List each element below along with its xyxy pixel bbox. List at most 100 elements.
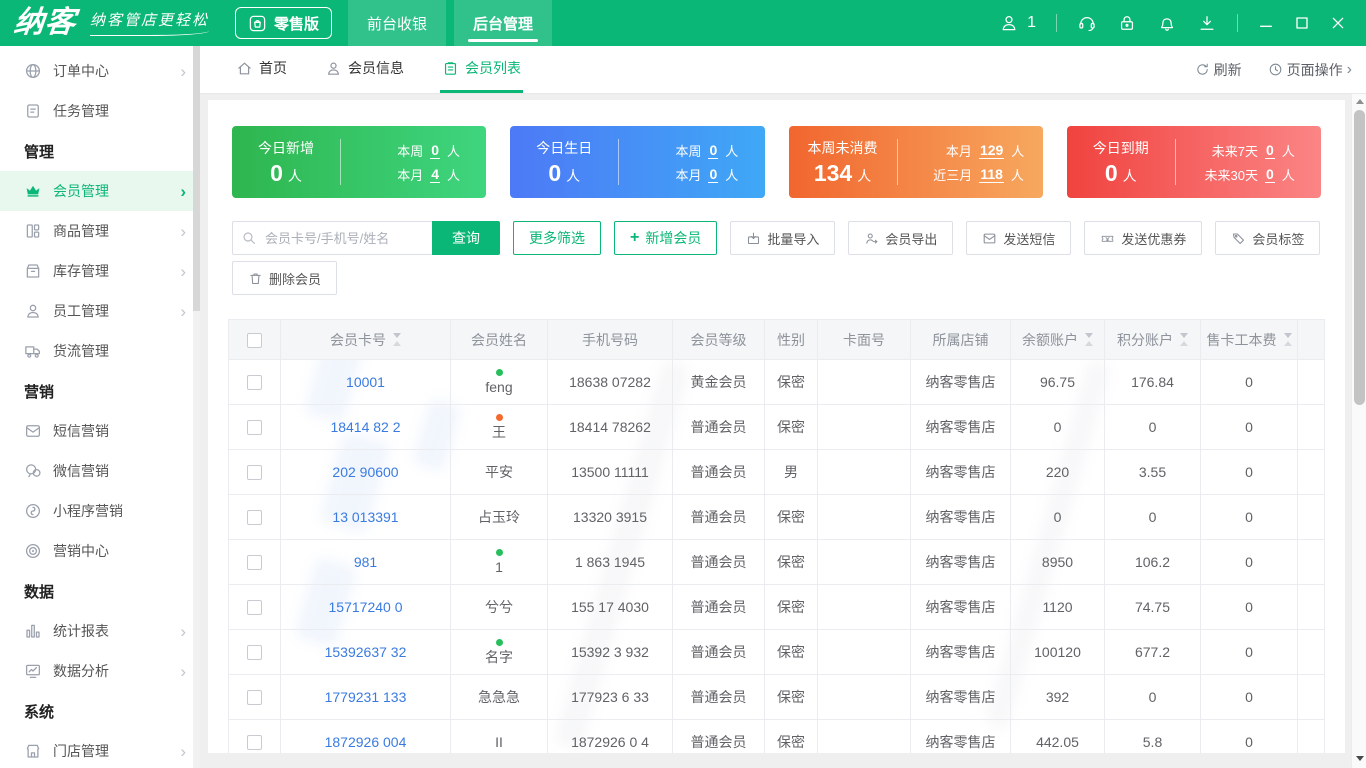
member-card-link[interactable]: 981 [354,554,377,570]
user-icon[interactable] [999,13,1019,33]
bell-icon[interactable] [1157,13,1177,33]
add-member-button[interactable]: + 新增会员 [614,221,717,255]
member-tags-button[interactable]: 会员标签 [1215,221,1320,255]
row-checkbox[interactable] [247,645,262,660]
cell-select[interactable] [229,720,281,754]
nav-back-office[interactable]: 后台管理 [454,0,552,46]
member-card-link[interactable]: 10001 [346,374,385,390]
cell-card-number[interactable]: 10001 [281,360,451,405]
delete-member-button[interactable]: 删除会员 [232,261,337,295]
sidebar-item-订单中心[interactable]: 订单中心› [0,51,200,91]
member-card-link[interactable]: 202 90600 [332,464,398,480]
row-checkbox[interactable] [247,600,262,615]
cell-card-number[interactable]: 18414 82 2 [281,405,451,450]
sidebar-item-小程序营销[interactable]: 小程序营销 [0,491,200,531]
headset-icon[interactable] [1077,13,1097,33]
column-header-售卡工本费[interactable]: 售卡工本费 [1201,320,1298,360]
cell-card-number[interactable]: 15717240 0 [281,585,451,630]
sidebar-item-库存管理[interactable]: 库存管理› [0,251,200,291]
cell-card-number[interactable]: 15392637 32 [281,630,451,675]
row-checkbox[interactable] [247,555,262,570]
maximize-button[interactable] [1294,15,1310,31]
row-checkbox[interactable] [247,420,262,435]
member-card-link[interactable]: 1872926 004 [325,734,407,750]
cell-select[interactable] [229,495,281,540]
member-card-link[interactable]: 15717240 0 [329,599,403,615]
tab-member-info[interactable]: 会员信息 [323,46,406,93]
send-coupon-button[interactable]: 发送优惠券 [1084,221,1202,255]
cell-select[interactable] [229,585,281,630]
tab-home[interactable]: 首页 [234,46,289,93]
member-card-link[interactable]: 1779231 133 [325,689,407,705]
page-ops-button[interactable]: 页面操作 › [1268,60,1352,80]
tab-member-list[interactable]: 会员列表 [440,46,523,93]
query-button[interactable]: 查询 [432,221,500,255]
page-scrollbar[interactable] [1351,94,1366,768]
sub-value-link[interactable]: 0 [430,142,440,159]
sort-caret-icon[interactable] [1180,333,1188,346]
cell-select[interactable] [229,540,281,585]
send-sms-button[interactable]: 发送短信 [966,221,1071,255]
cell-card-number[interactable]: 1779231 133 [281,675,451,720]
member-card-link[interactable]: 15392637 32 [325,644,407,660]
sidebar-item-任务管理[interactable]: 任务管理 [0,91,200,131]
sidebar-item-营销中心[interactable]: 营销中心 [0,531,200,571]
cell-card-number[interactable]: 13 013391 [281,495,451,540]
sub-value-link[interactable]: 118 [979,166,1004,183]
sub-value-link[interactable]: 0 [708,166,718,183]
scroll-down-arrow[interactable] [1352,751,1366,766]
row-checkbox[interactable] [247,735,262,750]
row-checkbox[interactable] [247,375,262,390]
cell-select[interactable] [229,450,281,495]
sidebar-item-员工管理[interactable]: 员工管理› [0,291,200,331]
cell-select[interactable] [229,675,281,720]
sidebar-item-微信营销[interactable]: 微信营销 [0,451,200,491]
sub-value-link[interactable]: 4 [430,166,440,183]
page-scrollbar-thumb[interactable] [1354,110,1365,405]
refresh-button[interactable]: 刷新 [1195,60,1242,80]
close-button[interactable] [1330,15,1346,31]
sort-caret-icon[interactable] [1085,333,1093,346]
sidebar-item-门店管理[interactable]: 门店管理› [0,731,200,768]
sidebar-item-短信营销[interactable]: 短信营销 [0,411,200,451]
edition-badge[interactable]: 零售版 [235,7,332,39]
batch-import-button[interactable]: 批量导入 [730,221,835,255]
select-all-header[interactable] [229,320,281,360]
export-members-button[interactable]: 会员导出 [848,221,953,255]
cell-select[interactable] [229,360,281,405]
sub-value-link[interactable]: 0 [708,142,718,159]
sidebar-item-统计报表[interactable]: 统计报表› [0,611,200,651]
row-checkbox[interactable] [247,465,262,480]
lock-icon[interactable] [1117,13,1137,33]
row-checkbox[interactable] [247,510,262,525]
more-filters-button[interactable]: 更多筛选 [513,221,601,255]
cell-select[interactable] [229,630,281,675]
member-card-link[interactable]: 13 013391 [332,509,398,525]
cell-select[interactable] [229,405,281,450]
sub-value-link[interactable]: 0 [1265,166,1275,183]
cell-card-number[interactable]: 1872926 004 [281,720,451,754]
scroll-up-arrow[interactable] [1352,94,1366,109]
column-header-余额账户[interactable]: 余额账户 [1011,320,1105,360]
member-card-link[interactable]: 18414 82 2 [330,419,400,435]
sidebar-scrollbar-thumb[interactable] [193,46,200,311]
sidebar-item-商品管理[interactable]: 商品管理› [0,211,200,251]
sidebar-item-货流管理[interactable]: 货流管理 [0,331,200,371]
sidebar-item-会员管理[interactable]: 会员管理› [0,171,200,211]
cell-card-number[interactable]: 981 [281,540,451,585]
sub-value-link[interactable]: 129 [979,142,1004,159]
sort-caret-icon[interactable] [393,333,401,346]
column-header-积分账户[interactable]: 积分账户 [1105,320,1201,360]
sort-caret-icon[interactable] [1284,333,1292,346]
sub-value-link[interactable]: 0 [1265,142,1275,159]
column-header-会员卡号[interactable]: 会员卡号 [281,320,451,360]
sidebar-item-数据分析[interactable]: 数据分析› [0,651,200,691]
sidebar-scrollbar[interactable] [193,46,200,768]
select-all-checkbox[interactable] [247,333,262,348]
download-icon[interactable] [1197,13,1217,33]
minimize-button[interactable] [1258,15,1274,31]
search-input[interactable] [232,221,432,255]
nav-front-cashier[interactable]: 前台收银 [348,0,446,46]
row-checkbox[interactable] [247,690,262,705]
cell-card-number[interactable]: 202 90600 [281,450,451,495]
